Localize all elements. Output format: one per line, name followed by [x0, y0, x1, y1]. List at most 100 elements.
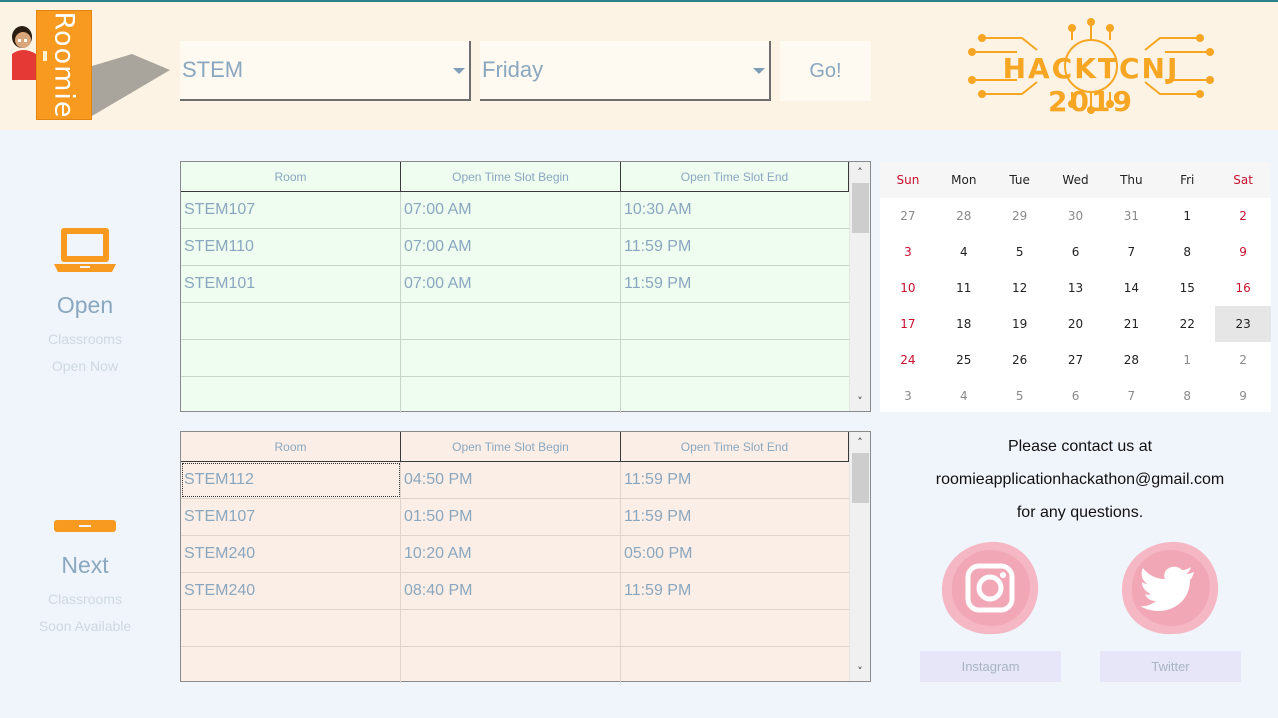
room-cell[interactable]: STEM240: [181, 536, 401, 572]
table-row[interactable]: STEM240 10:20 AM 05:00 PM: [181, 536, 849, 573]
vertical-scrollbar[interactable]: ˄ ˅: [849, 432, 870, 681]
end-cell[interactable]: [621, 610, 849, 646]
end-cell[interactable]: 11:59 PM: [621, 573, 849, 609]
table-row[interactable]: STEM107 01:50 PM 11:59 PM: [181, 499, 849, 536]
begin-cell[interactable]: 07:00 AM: [401, 192, 621, 228]
scroll-thumb[interactable]: [852, 183, 869, 233]
calendar-day[interactable]: 5: [992, 378, 1048, 414]
table-row[interactable]: [181, 303, 849, 340]
calendar-day[interactable]: 28: [936, 198, 992, 234]
calendar-day[interactable]: 4: [936, 378, 992, 414]
column-header-begin[interactable]: Open Time Slot Begin: [401, 162, 621, 192]
calendar-day[interactable]: 2: [1215, 198, 1271, 234]
calendar-day[interactable]: 2: [1215, 342, 1271, 378]
room-cell[interactable]: [181, 340, 401, 376]
calendar-day[interactable]: 20: [1048, 306, 1104, 342]
table-row[interactable]: [181, 377, 849, 414]
chevron-down-icon[interactable]: [453, 68, 465, 74]
begin-cell[interactable]: [401, 303, 621, 339]
column-header-begin[interactable]: Open Time Slot Begin: [401, 432, 621, 462]
room-cell[interactable]: STEM101: [181, 266, 401, 302]
table-row[interactable]: [181, 340, 849, 377]
calendar-day[interactable]: 19: [992, 306, 1048, 342]
calendar-day[interactable]: 18: [936, 306, 992, 342]
begin-cell[interactable]: [401, 647, 621, 683]
end-cell[interactable]: [621, 340, 849, 376]
table-row[interactable]: [181, 647, 849, 684]
calendar-day[interactable]: 1: [1159, 198, 1215, 234]
scroll-down-arrow-icon[interactable]: ˅: [850, 661, 870, 681]
calendar-day[interactable]: 28: [1103, 342, 1159, 378]
calendar-day[interactable]: 3: [880, 378, 936, 414]
chevron-down-icon[interactable]: [753, 68, 765, 74]
calendar-day[interactable]: 10: [880, 270, 936, 306]
calendar-day[interactable]: 30: [1048, 198, 1104, 234]
end-cell[interactable]: [621, 377, 849, 413]
calendar-day[interactable]: 26: [992, 342, 1048, 378]
calendar-day[interactable]: 16: [1215, 270, 1271, 306]
calendar-day[interactable]: 14: [1103, 270, 1159, 306]
end-cell[interactable]: 11:59 PM: [621, 266, 849, 302]
calendar-day[interactable]: 3: [880, 234, 936, 270]
instagram-icon[interactable]: [940, 538, 1040, 638]
day-select[interactable]: Friday: [480, 41, 771, 101]
calendar-day[interactable]: 9: [1215, 234, 1271, 270]
end-cell[interactable]: [621, 647, 849, 683]
room-cell[interactable]: STEM240: [181, 573, 401, 609]
calendar-day[interactable]: 13: [1048, 270, 1104, 306]
calendar-day[interactable]: 21: [1103, 306, 1159, 342]
column-header-end[interactable]: Open Time Slot End: [621, 432, 849, 462]
calendar-day[interactable]: 22: [1159, 306, 1215, 342]
twitter-button[interactable]: Twitter: [1100, 651, 1241, 682]
column-header-room[interactable]: Room: [181, 162, 401, 192]
end-cell[interactable]: 11:59 PM: [621, 462, 849, 498]
building-select[interactable]: STEM: [180, 41, 471, 101]
calendar-day[interactable]: 15: [1159, 270, 1215, 306]
calendar-day[interactable]: 7: [1103, 234, 1159, 270]
begin-cell[interactable]: 01:50 PM: [401, 499, 621, 535]
begin-cell[interactable]: [401, 377, 621, 413]
calendar-day[interactable]: 17: [880, 306, 936, 342]
begin-cell[interactable]: 10:20 AM: [401, 536, 621, 572]
calendar-day[interactable]: 7: [1103, 378, 1159, 414]
room-cell[interactable]: STEM110: [181, 229, 401, 265]
calendar-day[interactable]: 5: [992, 234, 1048, 270]
room-cell[interactable]: [181, 610, 401, 646]
end-cell[interactable]: 10:30 AM: [621, 192, 849, 228]
calendar-day[interactable]: 27: [880, 198, 936, 234]
column-header-end[interactable]: Open Time Slot End: [621, 162, 849, 192]
table-row[interactable]: STEM112 04:50 PM 11:59 PM: [181, 462, 849, 499]
calendar-day-selected[interactable]: 23: [1215, 306, 1272, 342]
calendar-day[interactable]: 29: [992, 198, 1048, 234]
instagram-button[interactable]: Instagram: [920, 651, 1061, 682]
begin-cell[interactable]: [401, 610, 621, 646]
calendar-day[interactable]: 1: [1159, 342, 1215, 378]
column-header-room[interactable]: Room: [181, 432, 401, 462]
calendar-day[interactable]: 6: [1048, 378, 1104, 414]
table-row[interactable]: STEM110 07:00 AM 11:59 PM: [181, 229, 849, 266]
begin-cell[interactable]: 08:40 PM: [401, 573, 621, 609]
room-cell[interactable]: [181, 377, 401, 413]
calendar-day[interactable]: 6: [1048, 234, 1104, 270]
calendar-day[interactable]: 24: [880, 342, 936, 378]
scroll-thumb[interactable]: [852, 453, 869, 503]
go-button[interactable]: Go!: [780, 41, 871, 101]
scroll-up-arrow-icon[interactable]: ˄: [850, 162, 870, 182]
begin-cell[interactable]: 07:00 AM: [401, 266, 621, 302]
table-row[interactable]: STEM107 07:00 AM 10:30 AM: [181, 192, 849, 229]
calendar-day[interactable]: 8: [1159, 234, 1215, 270]
begin-cell[interactable]: 07:00 AM: [401, 229, 621, 265]
twitter-icon[interactable]: [1120, 538, 1220, 638]
table-row[interactable]: STEM240 08:40 PM 11:59 PM: [181, 573, 849, 610]
vertical-scrollbar[interactable]: ˄ ˅: [849, 162, 870, 411]
calendar-day[interactable]: 11: [936, 270, 992, 306]
scroll-down-arrow-icon[interactable]: ˅: [850, 391, 870, 411]
calendar-day[interactable]: 27: [1048, 342, 1104, 378]
table-row[interactable]: STEM101 07:00 AM 11:59 PM: [181, 266, 849, 303]
room-cell[interactable]: [181, 647, 401, 683]
begin-cell[interactable]: [401, 340, 621, 376]
end-cell[interactable]: 05:00 PM: [621, 536, 849, 572]
calendar-day[interactable]: 31: [1103, 198, 1159, 234]
room-cell[interactable]: STEM107: [181, 499, 401, 535]
calendar-day[interactable]: 25: [936, 342, 992, 378]
